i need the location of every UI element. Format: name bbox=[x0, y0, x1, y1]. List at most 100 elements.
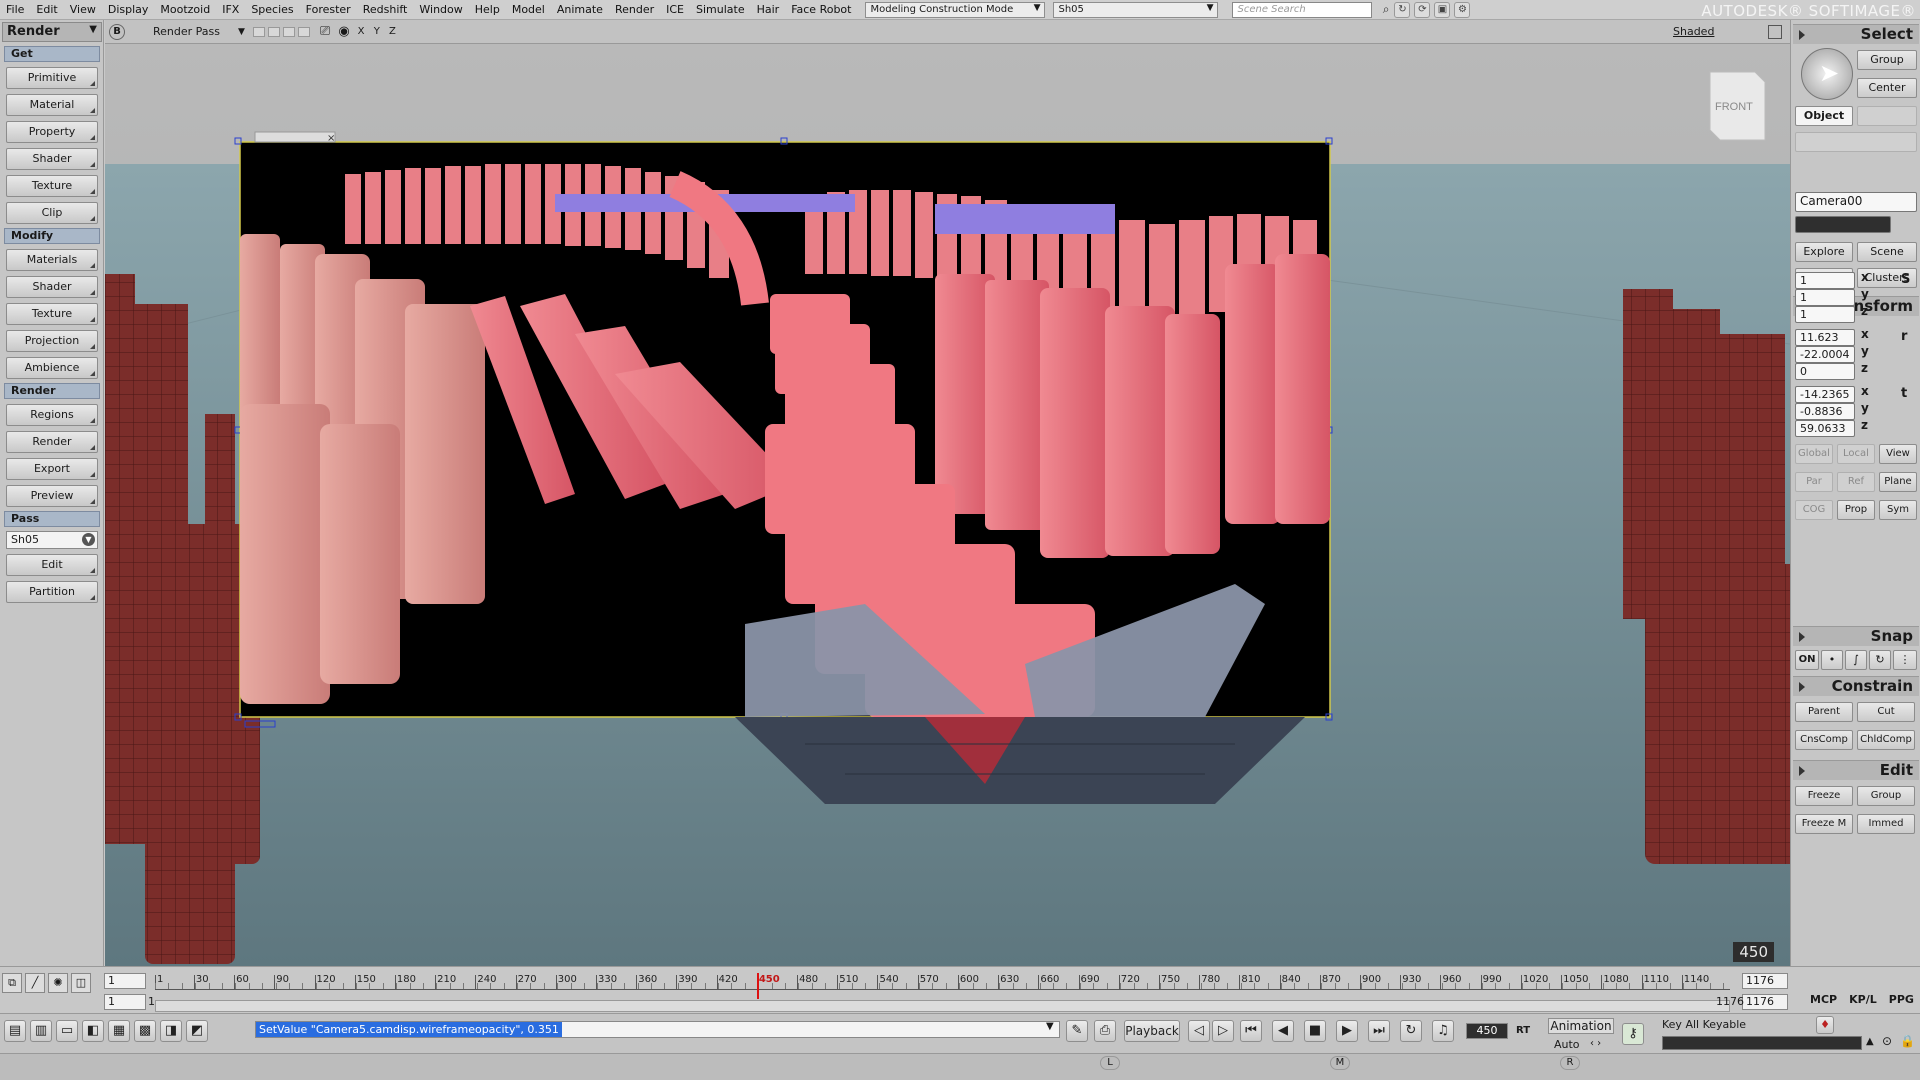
modify-texture-button[interactable]: Texture bbox=[6, 303, 98, 325]
menu-item-redshift[interactable]: Redshift bbox=[357, 3, 414, 16]
render-render-button[interactable]: Render bbox=[6, 431, 98, 453]
viewport-slot-buttons[interactable] bbox=[252, 26, 310, 37]
chevron-up-icon[interactable]: ▲ bbox=[1866, 1036, 1874, 1047]
snap-grid-icon[interactable]: ⋮ bbox=[1893, 650, 1917, 670]
layout-6-icon[interactable]: ▩ bbox=[134, 1020, 156, 1042]
scale-y-axis-label[interactable]: y bbox=[1861, 287, 1869, 301]
layout-5-icon[interactable]: ▦ bbox=[108, 1020, 130, 1042]
eye-icon[interactable]: ◉ bbox=[338, 24, 349, 39]
menu-item-simulate[interactable]: Simulate bbox=[690, 3, 751, 16]
rotate-y-field[interactable]: -22.0004 bbox=[1795, 346, 1855, 363]
select-center-button[interactable]: Center bbox=[1857, 78, 1917, 98]
layout-split-icon[interactable]: ◫ bbox=[71, 973, 91, 993]
constrain-parent-button[interactable]: Parent bbox=[1795, 702, 1853, 722]
render-pass-label[interactable]: Render Pass bbox=[153, 25, 220, 38]
scale-y-field[interactable]: 1 bbox=[1795, 289, 1855, 306]
ref-sym-button[interactable]: Sym bbox=[1879, 500, 1917, 520]
viewport[interactable]: FRONT × 450 bbox=[105, 44, 1790, 966]
edit-group-button[interactable]: Group bbox=[1857, 786, 1915, 806]
construction-mode-select[interactable]: Modeling Construction Mode ▼ bbox=[865, 1, 1046, 18]
menu-item-ice[interactable]: ICE bbox=[660, 3, 690, 16]
translate-x-field[interactable]: -14.2365 bbox=[1795, 386, 1855, 403]
navigation-cube[interactable]: FRONT bbox=[1709, 71, 1766, 141]
render-regions-button[interactable]: Regions bbox=[6, 404, 98, 426]
translate-x-axis-label[interactable]: x bbox=[1861, 384, 1869, 398]
pass-letter-button[interactable]: B bbox=[109, 23, 125, 40]
menu-item-file[interactable]: File bbox=[0, 3, 30, 16]
scene-select[interactable]: Sh05 ▼ bbox=[1053, 1, 1219, 18]
snap-point-icon[interactable]: • bbox=[1821, 650, 1843, 670]
sync-icon[interactable]: ⟳ bbox=[1414, 1, 1431, 18]
menu-item-model[interactable]: Model bbox=[506, 3, 551, 16]
constrain-section-header[interactable]: Constrain bbox=[1793, 676, 1919, 696]
prev-frame-icon[interactable]: ◀ bbox=[1272, 1020, 1294, 1042]
timeline-start-input[interactable]: 1 bbox=[104, 973, 146, 989]
timeline-ruler[interactable]: 1 30 60 90 120 150 180 210 240 270 300 330 360 390 420… bbox=[155, 973, 1730, 1013]
ref-local-button[interactable]: Local bbox=[1837, 444, 1875, 464]
rotate-z-field[interactable]: 0 bbox=[1795, 363, 1855, 380]
shading-mode[interactable]: Shaded bbox=[1673, 25, 1714, 38]
render-export-button[interactable]: Export bbox=[6, 458, 98, 480]
keying-set-field[interactable] bbox=[1662, 1036, 1862, 1050]
timeline-playhead[interactable] bbox=[756, 973, 759, 999]
edit-freeze-button[interactable]: Freeze bbox=[1795, 786, 1853, 806]
menu-item-animate[interactable]: Animate bbox=[551, 3, 609, 16]
timeline-end2-input[interactable]: 1176 bbox=[1742, 994, 1788, 1010]
menu-item-view[interactable]: View bbox=[64, 3, 102, 16]
menu-item-edit[interactable]: Edit bbox=[30, 3, 63, 16]
padlock-icon[interactable]: 🔒 bbox=[1900, 1034, 1915, 1048]
frame-toolbar[interactable]: × bbox=[254, 131, 336, 144]
layout-icon[interactable]: ▣ bbox=[1434, 1, 1451, 18]
timeline-end-input[interactable]: 1176 bbox=[1742, 973, 1788, 989]
maximize-icon[interactable] bbox=[1768, 24, 1782, 39]
select-blank-button[interactable] bbox=[1857, 106, 1917, 126]
menu-item-help[interactable]: Help bbox=[469, 3, 506, 16]
pass-select[interactable]: Sh05 ▼ bbox=[6, 531, 98, 549]
audio-icon[interactable]: ♫ bbox=[1432, 1020, 1454, 1042]
key-icon[interactable]: ⚷ bbox=[1622, 1023, 1644, 1045]
edit-freeze-m-button[interactable]: Freeze M bbox=[1795, 814, 1853, 834]
ref-plane-button[interactable]: Plane bbox=[1879, 472, 1917, 492]
edit-section-header[interactable]: Edit bbox=[1793, 760, 1919, 780]
first-frame-icon[interactable]: ⏮ bbox=[1240, 1020, 1262, 1042]
snap-on-toggle[interactable]: ON bbox=[1795, 650, 1819, 670]
layout-3-icon[interactable]: ▭ bbox=[56, 1020, 78, 1042]
lock-icon[interactable]: ⎙ bbox=[1094, 1020, 1116, 1042]
render-icon[interactable]: ✺ bbox=[48, 973, 68, 993]
menu-item-hair[interactable]: Hair bbox=[751, 3, 786, 16]
viewport-canvas[interactable]: FRONT × bbox=[105, 44, 1790, 966]
select-section-header[interactable]: Select bbox=[1793, 24, 1919, 44]
snapshot-icon[interactable]: ⧉ bbox=[2, 973, 22, 993]
ref-ref-button[interactable]: Ref bbox=[1837, 472, 1875, 492]
get-property-button[interactable]: Property bbox=[6, 121, 98, 143]
timeline-start2-input[interactable]: 1 bbox=[104, 994, 146, 1010]
camera-icon[interactable]: ⎚ bbox=[320, 24, 330, 39]
ref-global-button[interactable]: Global bbox=[1795, 444, 1833, 464]
menu-item-mootzoid[interactable]: Mootzoid bbox=[154, 3, 216, 16]
play-icon[interactable]: ▶ bbox=[1336, 1020, 1358, 1042]
key-marker-icon[interactable]: ♦ bbox=[1816, 1016, 1834, 1034]
axis-labels[interactable]: X Y Z bbox=[358, 26, 399, 37]
stop-icon[interactable]: ■ bbox=[1304, 1020, 1326, 1042]
get-texture-button[interactable]: Texture bbox=[6, 175, 98, 197]
next-key-icon[interactable]: ▷ bbox=[1212, 1020, 1234, 1042]
explore-button[interactable]: Explore bbox=[1795, 242, 1853, 262]
select-arrow-button[interactable]: ➤ bbox=[1801, 48, 1853, 100]
menu-item-forester[interactable]: Forester bbox=[300, 3, 357, 16]
rotate-mode-icon[interactable]: r bbox=[1901, 329, 1907, 344]
get-clip-button[interactable]: Clip bbox=[6, 202, 98, 224]
rotate-x-field[interactable]: 11.623 bbox=[1795, 329, 1855, 346]
selection-color-field[interactable] bbox=[1795, 216, 1891, 233]
loop-icon[interactable]: ↻ bbox=[1400, 1020, 1422, 1042]
tab-mcp[interactable]: MCP bbox=[1810, 993, 1837, 1006]
snap-rotate-icon[interactable]: ↻ bbox=[1869, 650, 1891, 670]
select-group-button[interactable]: Group bbox=[1857, 50, 1917, 70]
realtime-toggle[interactable]: RT bbox=[1516, 1025, 1530, 1036]
scale-x-field[interactable]: 1 bbox=[1795, 272, 1855, 289]
chevron-down-icon[interactable]: ▼ bbox=[238, 27, 245, 37]
get-material-button[interactable]: Material bbox=[6, 94, 98, 116]
get-primitive-button[interactable]: Primitive bbox=[6, 67, 98, 89]
select-object-button[interactable]: Object bbox=[1795, 106, 1853, 126]
menu-item-species[interactable]: Species bbox=[245, 3, 299, 16]
menu-item-display[interactable]: Display bbox=[102, 3, 155, 16]
